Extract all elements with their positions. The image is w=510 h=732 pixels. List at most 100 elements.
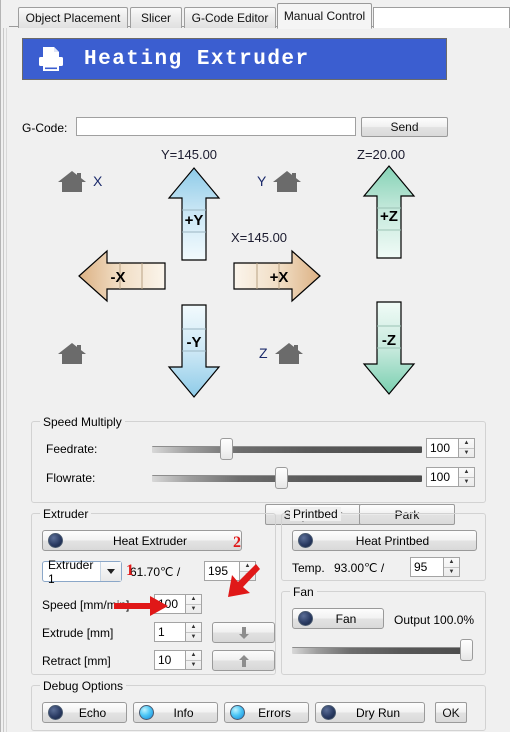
- readout-x: X=145.00: [231, 230, 288, 245]
- debug-echo-button[interactable]: Echo: [42, 702, 127, 723]
- printbed-caption: Printbed: [290, 507, 341, 521]
- debug-dryrun-button[interactable]: Dry Run: [315, 702, 425, 723]
- flowrate-spinner[interactable]: 100 ▲ ▼: [426, 467, 475, 487]
- feedrate-slider-thumb[interactable]: [220, 438, 233, 460]
- heat-extruder-led: [48, 533, 63, 548]
- readout-y: Y=145.00: [161, 147, 218, 162]
- gcode-input[interactable]: [76, 117, 356, 136]
- speed-value-field[interactable]: 100 ▲ ▼: [154, 594, 202, 614]
- extruder-caption: Extruder: [40, 507, 92, 521]
- fan-slider-track[interactable]: [292, 647, 472, 654]
- chevron-down-icon[interactable]: ▼: [240, 572, 255, 581]
- home-y-label: Y: [257, 173, 267, 189]
- chevron-down-icon[interactable]: ▼: [459, 478, 474, 487]
- extrude-send-button[interactable]: [212, 622, 275, 643]
- chevron-up-icon[interactable]: ▲: [186, 595, 201, 605]
- retract-value-field[interactable]: 10 ▲ ▼: [154, 650, 202, 670]
- printbed-target-temp-arrows[interactable]: ▲ ▼: [443, 557, 460, 577]
- extrude-spinner-arrows[interactable]: ▲ ▼: [185, 622, 202, 642]
- ok-button[interactable]: OK: [435, 702, 467, 723]
- printbed-target-temp-spinner[interactable]: 95 ▲ ▼: [410, 557, 460, 577]
- chevron-up-icon[interactable]: ▲: [459, 468, 474, 478]
- debug-errors-label: Errors: [258, 705, 291, 720]
- debug-errors-button[interactable]: Errors: [224, 702, 309, 723]
- chevron-up-icon[interactable]: ▲: [240, 562, 255, 572]
- retract-spinner-arrows[interactable]: ▲ ▼: [185, 650, 202, 670]
- fan-toggle-button[interactable]: Fan: [292, 608, 384, 629]
- home-y-button[interactable]: Y: [257, 167, 304, 195]
- debug-info-button[interactable]: Info: [133, 702, 218, 723]
- feedrate-value[interactable]: 100: [426, 438, 458, 458]
- chevron-down-icon[interactable]: ▼: [459, 449, 474, 458]
- speed-value[interactable]: 100: [154, 594, 185, 614]
- heat-extruder-button[interactable]: Heat Extruder: [42, 530, 242, 551]
- chevron-up-icon[interactable]: ▲: [186, 651, 201, 661]
- annotation-number-1: 1: [126, 562, 134, 579]
- debug-errors-led: [230, 705, 245, 720]
- debug-info-label: Info: [173, 705, 194, 720]
- send-button[interactable]: Send: [361, 117, 448, 137]
- retract-value[interactable]: 10: [154, 650, 185, 670]
- app-window: Object Placement Slicer G-Code Editor Ma…: [0, 0, 510, 732]
- home-x-label: X: [93, 173, 103, 189]
- extruder-target-temp-arrows[interactable]: ▲ ▼: [239, 561, 256, 581]
- fan-slider-thumb[interactable]: [460, 639, 473, 661]
- chevron-up-icon[interactable]: ▲: [186, 623, 201, 633]
- chevron-down-icon[interactable]: ▼: [186, 605, 201, 614]
- chevron-down-icon[interactable]: ▼: [186, 661, 201, 670]
- tab-slicer[interactable]: Slicer: [130, 7, 182, 28]
- flowrate-label: Flowrate:: [46, 471, 96, 485]
- jog-x-minus-button[interactable]: -X: [76, 247, 168, 308]
- printer-icon: [36, 45, 66, 73]
- debug-echo-led: [48, 705, 63, 720]
- home-z-button[interactable]: Z: [259, 339, 306, 367]
- printbed-target-temp-value[interactable]: 95: [410, 557, 443, 577]
- chevron-down-icon[interactable]: [100, 562, 121, 581]
- feedrate-spinner-arrows[interactable]: ▲ ▼: [458, 438, 475, 458]
- chevron-down-icon[interactable]: ▼: [444, 568, 459, 577]
- flowrate-spinner-arrows[interactable]: ▲ ▼: [458, 467, 475, 487]
- svg-text:-Z: -Z: [382, 332, 396, 349]
- flowrate-value[interactable]: 100: [426, 467, 458, 487]
- chevron-up-icon[interactable]: ▲: [459, 439, 474, 449]
- svg-text:+Z: +Z: [380, 208, 398, 225]
- speed-field-label: Speed [mm/min]: [42, 598, 130, 612]
- jog-y-minus-button[interactable]: -Y: [166, 302, 222, 403]
- speed-spinner-arrows[interactable]: ▲ ▼: [185, 594, 202, 614]
- extruder-target-temp-spinner[interactable]: 195 ▲ ▼: [204, 561, 256, 581]
- tab-object-placement[interactable]: Object Placement: [18, 7, 128, 28]
- extruder-current-temp: 61.70℃ /: [130, 565, 181, 579]
- fan-led: [298, 611, 313, 626]
- extrude-value-field[interactable]: 1 ▲ ▼: [154, 622, 202, 642]
- home-x-button[interactable]: X: [55, 167, 102, 195]
- feedrate-spinner[interactable]: 100 ▲ ▼: [426, 438, 475, 458]
- retract-send-button[interactable]: [212, 650, 275, 671]
- tab-strip-filler: [373, 7, 510, 28]
- heat-extruder-label: Heat Extruder: [112, 533, 188, 548]
- debug-options-group: Debug Options Echo Info Errors Dry Run O…: [31, 679, 486, 731]
- home-all-button[interactable]: [55, 339, 93, 367]
- tab-gcode-editor[interactable]: G-Code Editor: [184, 7, 276, 28]
- heat-printbed-button[interactable]: Heat Printbed: [292, 530, 477, 551]
- jog-x-plus-button[interactable]: +X: [231, 247, 323, 308]
- debug-dryrun-led: [321, 705, 336, 720]
- feedrate-slider-track[interactable]: [152, 446, 422, 453]
- extrude-value[interactable]: 1: [154, 622, 185, 642]
- svg-text:+X: +X: [270, 269, 289, 286]
- jog-z-minus-button[interactable]: -Z: [361, 299, 417, 400]
- house-icon: [58, 343, 86, 364]
- jog-z-plus-button[interactable]: +Z: [361, 163, 417, 264]
- window-left-edge: [0, 0, 9, 732]
- printbed-current-temp: 93.00℃ /: [334, 561, 385, 575]
- chevron-up-icon[interactable]: ▲: [444, 558, 459, 568]
- debug-dryrun-label: Dry Run: [355, 705, 400, 720]
- jog-y-plus-button[interactable]: +Y: [166, 165, 222, 266]
- extruder-target-temp-value[interactable]: 195: [204, 561, 239, 581]
- fan-toggle-label: Fan: [335, 611, 357, 626]
- feedrate-label: Feedrate:: [46, 442, 98, 456]
- extruder-select-value: Extruder 1: [48, 557, 94, 586]
- flowrate-slider-thumb[interactable]: [275, 467, 288, 489]
- chevron-down-icon[interactable]: ▼: [186, 633, 201, 642]
- tab-manual-control[interactable]: Manual Control: [277, 3, 372, 29]
- extruder-select[interactable]: Extruder 1: [42, 558, 122, 586]
